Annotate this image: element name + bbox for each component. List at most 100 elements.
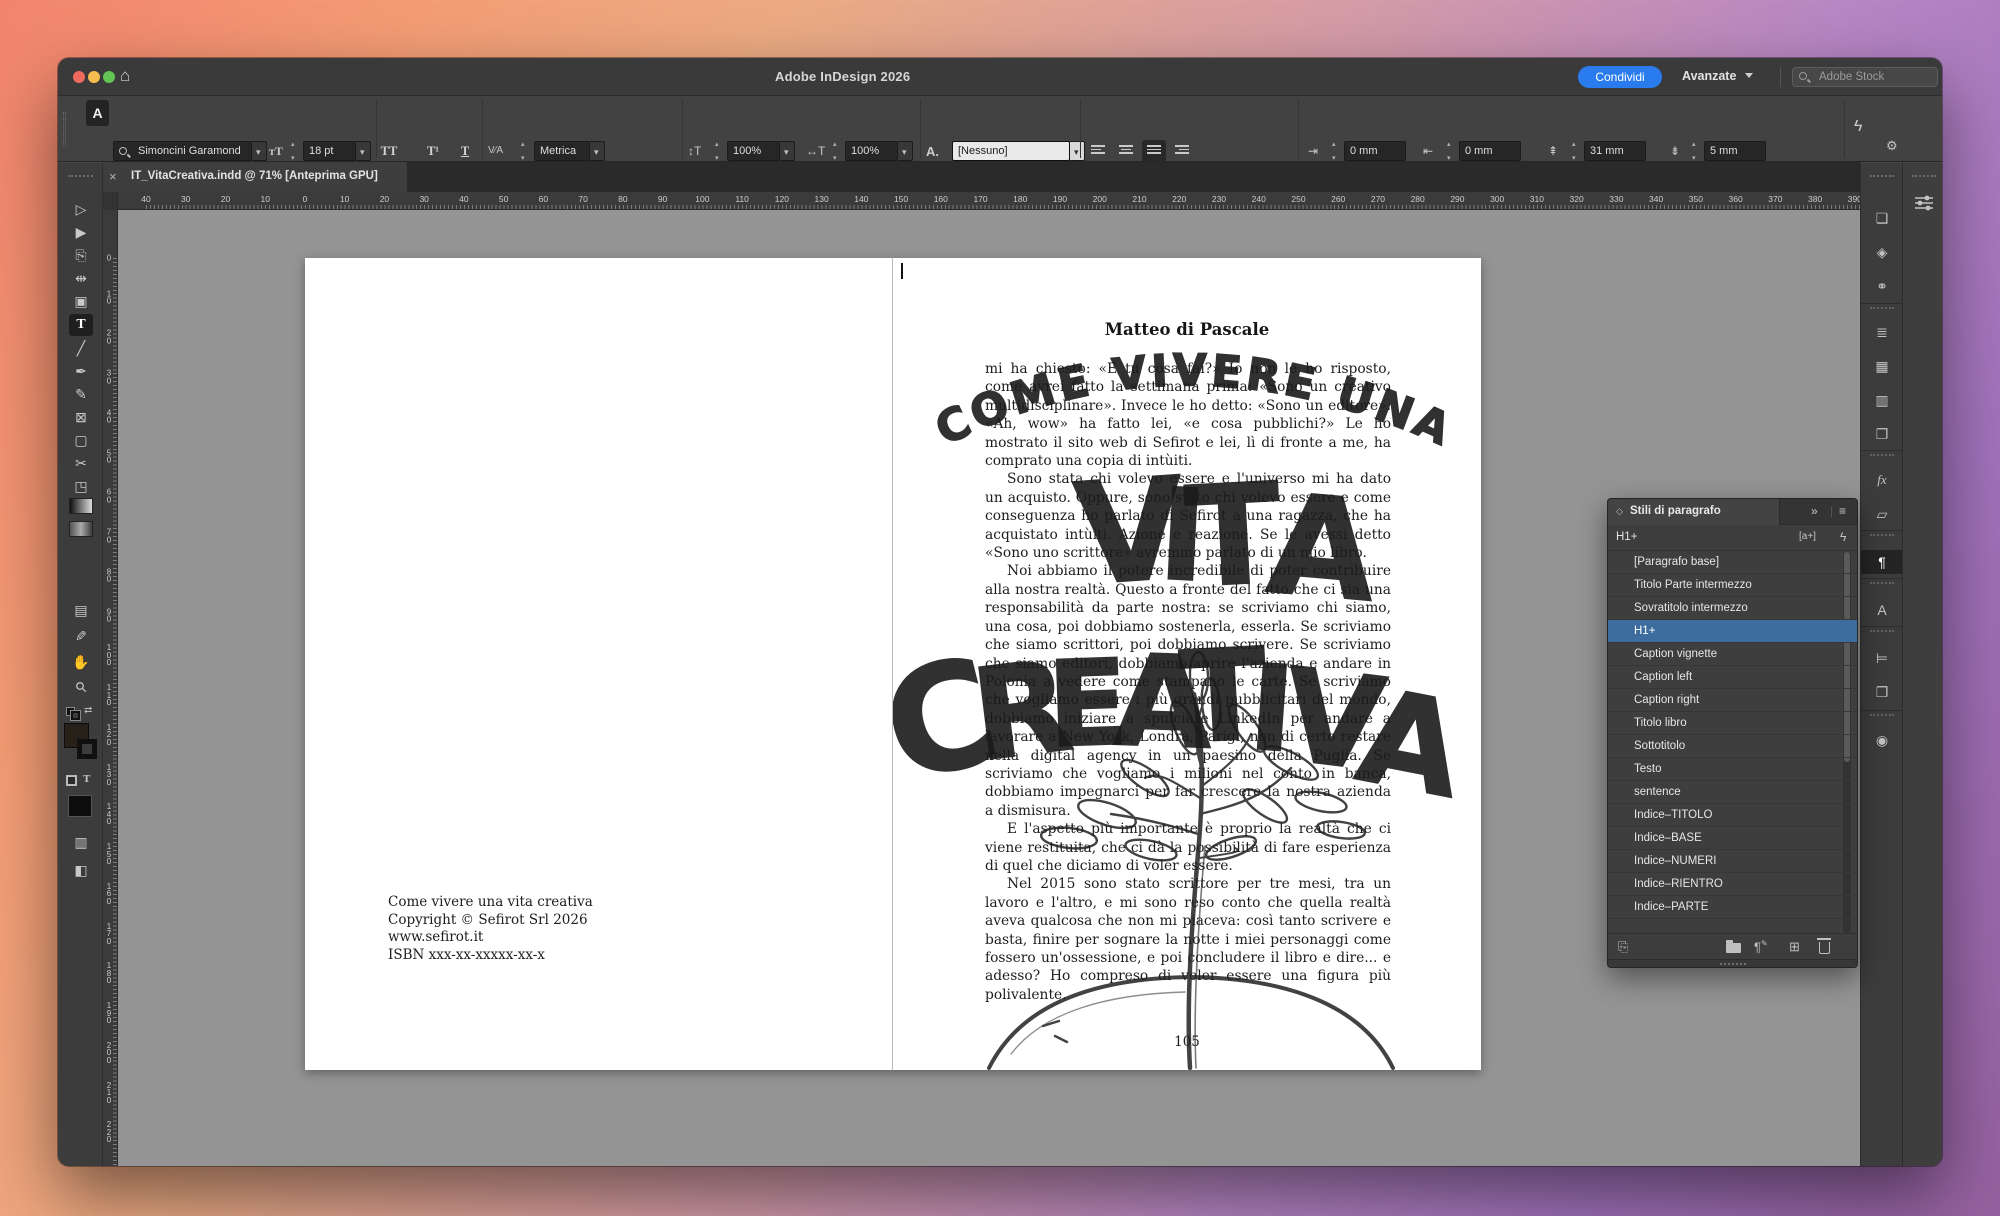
- tool-free-transform-tool[interactable]: ◳: [69, 475, 93, 497]
- pages-alt-panel-icon[interactable]: ❐: [1870, 422, 1894, 446]
- style-list-item[interactable]: Indice–TITOLO: [1608, 804, 1857, 827]
- tools-grip-icon[interactable]: [68, 175, 93, 177]
- swap-fill-stroke-icon[interactable]: ⇄: [84, 705, 92, 716]
- font-family-dropdown[interactable]: [252, 141, 267, 161]
- document-tab[interactable]: × IT_VitaCreativa.indd @ 71% [Anteprima …: [95, 162, 407, 192]
- tool-notes-tool[interactable]: ▤: [69, 599, 93, 621]
- style-list-item[interactable]: Indice–PARTE: [1608, 896, 1857, 919]
- style-list-item[interactable]: Caption vignette: [1608, 643, 1857, 666]
- align-right-button[interactable]: [1170, 140, 1194, 162]
- default-fill-stroke-icon[interactable]: ⇄: [66, 703, 96, 719]
- effects-panel-icon[interactable]: fx: [1870, 468, 1894, 492]
- object-styles-panel-icon[interactable]: ❒: [1870, 680, 1894, 704]
- left-indent-field[interactable]: 0 mm: [1344, 141, 1406, 161]
- swatches-panel-icon[interactable]: ▦: [1870, 354, 1894, 378]
- pasteboard[interactable]: Come vivere una vita creativaCopyright ©…: [118, 210, 1860, 1166]
- screen-mode-icon[interactable]: ◧: [69, 859, 93, 881]
- tool-content-collector-tool[interactable]: ▣: [69, 290, 93, 312]
- underline-button[interactable]: T: [454, 140, 476, 162]
- style-list-item[interactable]: Sovratitolo intermezzo: [1608, 597, 1857, 620]
- align-center-button[interactable]: [1114, 140, 1138, 162]
- text-format-icon[interactable]: T: [83, 773, 90, 785]
- right-indent-stepper[interactable]: [1445, 141, 1458, 161]
- zoom-window-button[interactable]: [103, 71, 115, 83]
- vertical-scale-field[interactable]: 100%: [727, 141, 780, 161]
- layers-panel-icon[interactable]: ◈: [1870, 240, 1894, 264]
- stroke-panel-icon[interactable]: ≣: [1870, 320, 1894, 344]
- font-size-field[interactable]: 18 pt: [303, 141, 356, 161]
- style-list-item[interactable]: Titolo Parte intermezzo: [1608, 574, 1857, 597]
- home-icon[interactable]: ⌂: [120, 66, 130, 86]
- vertical-ruler[interactable]: 01 02 03 04 05 06 07 08 09 01 0 01 1 01 …: [103, 210, 118, 1166]
- tool-selection-tool[interactable]: ▷: [69, 198, 93, 220]
- right-indent-field[interactable]: 0 mm: [1459, 141, 1521, 161]
- vertical-scale-stepper[interactable]: [713, 141, 726, 161]
- tool-gradient-feather-tool[interactable]: [69, 521, 93, 537]
- kerning-field[interactable]: Metrica: [534, 141, 590, 161]
- share-button[interactable]: Condividi: [1578, 66, 1662, 88]
- style-list-item[interactable]: Sottotitolo: [1608, 735, 1857, 758]
- space-after-field[interactable]: 5 mm: [1704, 141, 1766, 161]
- style-list-item[interactable]: Indice–RIENTRO: [1608, 873, 1857, 896]
- left-indent-stepper[interactable]: [1330, 141, 1343, 161]
- container-format-icon[interactable]: [66, 775, 77, 786]
- character-style-field[interactable]: [Nessuno]: [952, 141, 1070, 161]
- style-list-item[interactable]: [Paragrafo base]: [1608, 551, 1857, 574]
- panel-expand-icon[interactable]: »: [1811, 504, 1818, 518]
- kerning-dropdown[interactable]: [590, 141, 605, 161]
- character-formatting-toggle[interactable]: A: [86, 100, 109, 126]
- workspace-switcher[interactable]: Avanzate: [1682, 69, 1753, 83]
- body-text[interactable]: mi ha chiesto: «E tu cosa fai?» Io non l…: [985, 360, 1391, 1004]
- gradient-panel-icon[interactable]: ▥: [1870, 388, 1894, 412]
- tool-pencil-tool[interactable]: ✎: [69, 383, 93, 405]
- tool-frame-tool[interactable]: ⊠: [69, 406, 93, 428]
- properties-panel-icon[interactable]: [1915, 195, 1933, 211]
- load-styles-icon[interactable]: ⎘: [1618, 939, 1628, 955]
- delete-style-button[interactable]: [1819, 942, 1830, 954]
- font-size-stepper[interactable]: [289, 141, 302, 161]
- paragraph-styles-panel-icon[interactable]: ¶: [1861, 550, 1903, 574]
- space-before-stepper[interactable]: [1570, 141, 1583, 161]
- tool-line-tool[interactable]: ╱: [69, 337, 93, 359]
- vertical-scale-dropdown[interactable]: [780, 141, 795, 161]
- character-styles-panel-icon[interactable]: A: [1870, 598, 1894, 622]
- all-caps-button[interactable]: TT: [378, 140, 400, 162]
- stroke-swatch[interactable]: [77, 739, 97, 759]
- fill-stroke-swatches[interactable]: [64, 723, 100, 767]
- pathfinder-panel-icon[interactable]: ▱: [1870, 502, 1894, 526]
- view-options-icon[interactable]: ▥: [69, 831, 93, 853]
- tool-direct-selection-tool[interactable]: ▶: [69, 221, 93, 243]
- panel-grip-icon[interactable]: [63, 112, 66, 146]
- tool-gradient-swatch-tool[interactable]: [69, 498, 93, 514]
- tool-scissors-tool[interactable]: ✂: [69, 452, 93, 474]
- align-left-button[interactable]: [1086, 140, 1110, 162]
- superscript-button[interactable]: T¹: [422, 140, 444, 162]
- style-list-item[interactable]: Titolo libro: [1608, 712, 1857, 735]
- adobe-stock-search-input[interactable]: Adobe Stock: [1792, 67, 1938, 87]
- quick-apply-icon[interactable]: ϟ: [1854, 118, 1862, 136]
- dock-grip-icon[interactable]: [1870, 175, 1894, 177]
- style-list-item[interactable]: sentence: [1608, 781, 1857, 804]
- style-list-item[interactable]: Indice–NUMERI: [1608, 850, 1857, 873]
- style-list-item[interactable]: H1+: [1608, 620, 1857, 643]
- style-list-item[interactable]: Testo: [1608, 758, 1857, 781]
- style-list-item[interactable]: Indice–BASE: [1608, 827, 1857, 850]
- style-list-item[interactable]: Caption right: [1608, 689, 1857, 712]
- justify-left-button[interactable]: [1142, 140, 1166, 162]
- font-size-dropdown[interactable]: [356, 141, 371, 161]
- new-style-button[interactable]: ⊞: [1789, 939, 1800, 955]
- pages-panel-icon[interactable]: ❏: [1870, 206, 1894, 230]
- left-page[interactable]: Come vivere una vita creativaCopyright ©…: [305, 258, 893, 1070]
- tool-pen-tool[interactable]: ✒: [69, 360, 93, 382]
- style-group-folder-icon[interactable]: [1726, 943, 1741, 953]
- tool-gap-tool[interactable]: ⇹: [69, 267, 93, 289]
- tool-rectangle-tool[interactable]: ▢: [69, 429, 93, 451]
- dock2-grip-icon[interactable]: [1912, 175, 1936, 177]
- tool-zoom-tool[interactable]: ⚲: [65, 671, 98, 704]
- text-wrap-panel-icon[interactable]: ◉: [1870, 728, 1894, 752]
- space-before-field[interactable]: 31 mm: [1584, 141, 1646, 161]
- font-family-field[interactable]: Simoncini Garamond: [113, 141, 252, 161]
- tool-eyedropper-tool[interactable]: ✐: [69, 624, 93, 646]
- close-window-button[interactable]: [73, 71, 85, 83]
- style-list-item[interactable]: Caption left: [1608, 666, 1857, 689]
